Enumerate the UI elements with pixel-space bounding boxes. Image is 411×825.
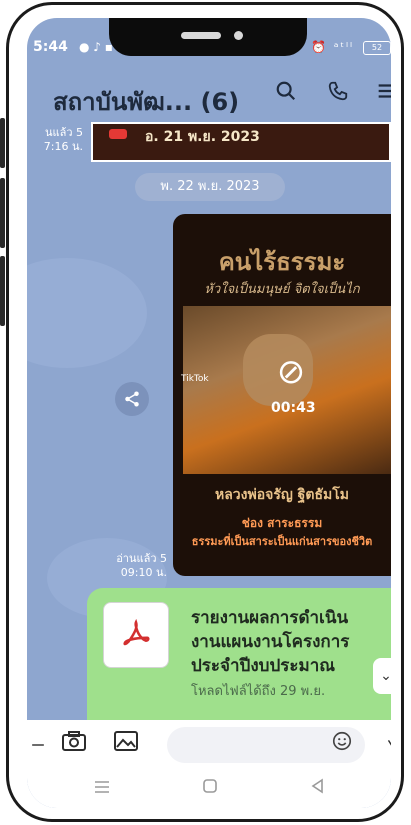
- video-caption-channel: ช่อง สาระธรรม: [241, 516, 323, 530]
- voice-icon[interactable]: [375, 728, 391, 762]
- file-expiry: โหลดไฟล์ได้ถึง 29 พ.ย.: [191, 684, 326, 699]
- unavailable-icon[interactable]: ⊘: [273, 354, 309, 390]
- volume-up-button: [0, 118, 5, 168]
- camera-notch: [109, 18, 307, 56]
- signal-icons: ⏰ ᵃᵗˡˡ: [311, 40, 354, 54]
- scroll-down-button[interactable]: ⌄: [373, 658, 391, 694]
- battery-icon: 52: [363, 41, 391, 55]
- read-time: 09:10 น.: [120, 566, 167, 579]
- date-separator: พ. 22 พ.ย. 2023: [135, 173, 285, 201]
- file-title-line3: ประจำปีงบประมาณ: [191, 656, 336, 676]
- read-count: อ่านแล้ว 5: [116, 552, 167, 565]
- more-icon[interactable]: [27, 728, 55, 762]
- message-input[interactable]: [167, 727, 365, 763]
- read-count: นแล้ว 5: [44, 126, 83, 139]
- video-message[interactable]: คนไร้ธรรมะ หัวใจเป็นมนุษย์ จิตใจเป็นไก T…: [173, 214, 391, 576]
- input-bar: [27, 720, 391, 770]
- speaker: [181, 32, 221, 39]
- video-title: คนไร้ธรรมะ: [218, 248, 346, 276]
- file-message[interactable]: รายงานผลการดำเนิน งานแผนงานโครงการ ประจำ…: [87, 588, 391, 720]
- system-nav-bar: [27, 770, 391, 808]
- share-icon[interactable]: [115, 382, 149, 416]
- home-nav-icon[interactable]: [195, 774, 225, 804]
- file-title-line2: งานแผนงานโครงการ: [191, 632, 350, 652]
- side-button: [0, 256, 5, 326]
- video-subtitle: หัวใจเป็นมนุษย์ จิตใจเป็นไก: [204, 282, 360, 297]
- menu-icon[interactable]: [371, 80, 391, 110]
- front-camera: [234, 31, 243, 40]
- camera-icon[interactable]: [57, 728, 91, 762]
- screen: 5:44 ● ♪ ▪ ⏰ ᵃᵗˡˡ 52 สถาบันพัฒ... (6) นแ…: [27, 18, 391, 808]
- video-caption-name: หลวงพ่อจรัญ ฐิตธัมโม: [214, 487, 349, 503]
- menu-nav-icon[interactable]: [87, 774, 117, 804]
- youtube-icon: [109, 129, 127, 139]
- chat-area[interactable]: นแล้ว 5 7:16 น. อ. 21 พ.ย. 2023 พ. 22 พ.…: [27, 122, 391, 720]
- image-icon[interactable]: [109, 728, 143, 762]
- phone-icon[interactable]: [323, 80, 353, 110]
- volume-down-button: [0, 178, 5, 248]
- status-time: 5:44: [33, 39, 68, 55]
- member-count: (6): [200, 88, 240, 116]
- chat-header: สถาบันพัฒ... (6): [27, 58, 391, 130]
- chat-title[interactable]: สถาบันพัฒ... (6): [53, 82, 239, 121]
- group-name: สถาบันพัฒ...: [53, 88, 193, 116]
- emoji-icon[interactable]: [327, 730, 357, 760]
- notification-icons: ● ♪ ▪: [79, 40, 113, 54]
- read-receipt: นแล้ว 5 7:16 น.: [27, 126, 83, 154]
- previous-image-caption: อ. 21 พ.ย. 2023: [145, 129, 260, 145]
- video-caption-tag: ธรรมะที่เป็นสาระเป็นแก่นสารของชีวิต: [191, 535, 373, 548]
- tiktok-label: TikTok: [181, 374, 209, 384]
- file-title-line1: รายงานผลการดำเนิน: [191, 608, 349, 628]
- read-time: 7:16 น.: [43, 140, 83, 153]
- search-icon[interactable]: [271, 80, 301, 110]
- read-receipt: อ่านแล้ว 5 09:10 น.: [87, 552, 167, 580]
- back-nav-icon[interactable]: [303, 774, 333, 804]
- video-duration: 00:43: [271, 400, 316, 416]
- previous-image-message[interactable]: อ. 21 พ.ย. 2023: [91, 122, 391, 162]
- pdf-icon: [103, 602, 169, 668]
